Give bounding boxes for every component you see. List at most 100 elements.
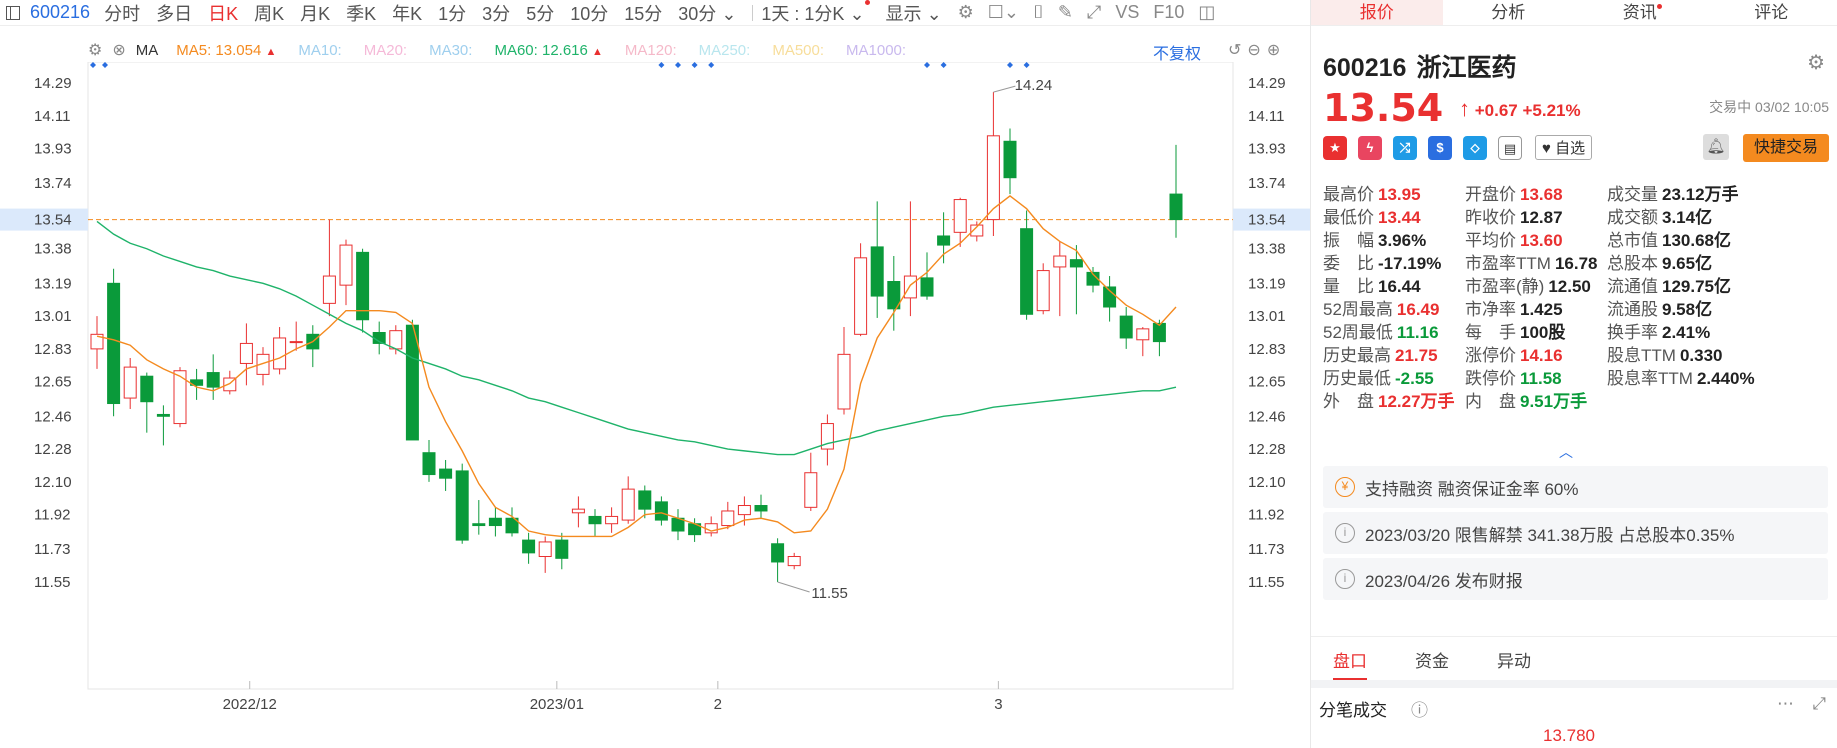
plot-frame <box>87 62 1234 690</box>
y-tick-label-right: 11.92 <box>1248 507 1284 524</box>
add-watchlist-button[interactable]: ♥ 自选 <box>1535 135 1593 160</box>
shuffle-icon[interactable]: ⤮ <box>1393 135 1417 160</box>
quote-value: 16.78 <box>1554 254 1598 273</box>
fuquan-toggle[interactable]: 不复权 <box>1153 40 1201 64</box>
quote-item: 历史最低 -2.55 <box>1323 364 1434 389</box>
stock-code-label: 600216 <box>30 2 91 22</box>
settings-gear-icon[interactable]: ⚙ <box>1807 50 1825 75</box>
tab-3min[interactable]: 3分 <box>482 0 510 26</box>
candle-body <box>1119 315 1133 339</box>
tab-5min[interactable]: 5分 <box>526 0 554 26</box>
quote-label: 昨收价 <box>1465 208 1516 227</box>
tab-yidong[interactable]: 异动 <box>1497 647 1531 680</box>
tab-monthly-k[interactable]: 月K <box>300 0 330 26</box>
china-flag-icon[interactable]: ★ <box>1323 135 1347 160</box>
candle-body <box>1169 193 1183 221</box>
y-tick-label-right: 12.46 <box>1248 408 1286 425</box>
low-leader <box>777 581 810 593</box>
more-icon[interactable]: ⋯ <box>1777 694 1794 714</box>
panel-toggle-icon[interactable] <box>6 5 20 20</box>
chevron-down-icon: ⌄ <box>926 3 942 24</box>
quote-value: 130.68亿 <box>1662 231 1731 250</box>
tab-quote[interactable]: 报价 <box>1311 0 1443 25</box>
quote-label: 流通股 <box>1607 300 1658 319</box>
candle-body <box>986 135 1000 221</box>
y-tick-label-left: 13.54 <box>34 212 72 229</box>
tab-weekly-k[interactable]: 周K <box>254 0 284 26</box>
quote-item: 市盈率TTM 16.78 <box>1465 249 1597 274</box>
display-menu[interactable]: 显示 ⌄ <box>886 0 942 26</box>
quote-item: 委 比 -17.19% <box>1323 249 1441 274</box>
lightning-icon[interactable]: ϟ <box>1358 135 1382 160</box>
vs-compare-button[interactable]: VS <box>1115 2 1139 23</box>
tab-1min[interactable]: 1分 <box>438 0 466 26</box>
y-tick-label-right: 11.55 <box>1248 574 1284 591</box>
tab-quarterly-k[interactable]: 季K <box>346 0 376 26</box>
event-marker <box>924 62 930 68</box>
info-icon: i <box>1335 569 1355 589</box>
f10-button[interactable]: F10 <box>1153 2 1184 23</box>
checkbox-icon[interactable]: ☐⌄ <box>988 2 1019 23</box>
notice-margin[interactable]: ¥ 支持融资 融资保证金率 60% <box>1323 466 1828 508</box>
expand-icon[interactable]: ⤢ <box>1812 694 1826 714</box>
tab-30min[interactable]: 30分 ⌄ <box>678 0 736 26</box>
info-icon: i <box>1335 523 1355 543</box>
candle-body <box>389 330 403 350</box>
quote-label: 开盘价 <box>1465 185 1516 204</box>
notice-report[interactable]: i 2023/04/26 发布财报 <box>1323 558 1828 600</box>
side-panel-icon[interactable]: ◫ <box>1198 2 1215 23</box>
tab-10min[interactable]: 10分 <box>570 0 608 26</box>
candle-body <box>239 342 253 364</box>
undo-icon[interactable]: ↺ <box>1228 42 1247 59</box>
kline-chart[interactable]: 14.29 14.29 14.11 14.11 13.93 13.93 13.74 13.74… <box>0 62 1310 748</box>
collapse-chevron-icon[interactable]: ︿ <box>1559 442 1573 462</box>
quote-label: 52周最高 <box>1323 300 1393 319</box>
quote-label: 市净率 <box>1465 300 1516 319</box>
close-icon[interactable]: ⊗ <box>112 40 125 60</box>
quote-label: 成交额 <box>1607 208 1658 227</box>
candle-body <box>522 539 536 554</box>
ma30-value: MA30: <box>429 41 473 59</box>
tab-zijin[interactable]: 资金 <box>1415 647 1449 680</box>
tag-icon[interactable]: ⬦ <box>1463 135 1487 160</box>
ma20-value: MA20: <box>363 41 408 59</box>
fullscreen-icon[interactable]: ⤢ <box>1087 2 1101 23</box>
bell-icon[interactable]: 🔔︎ <box>1703 134 1729 160</box>
y-tick-label-left: 13.74 <box>34 175 72 192</box>
quote-item: 市盈率(静) 12.50 <box>1465 272 1591 297</box>
tab-daily-k[interactable]: 日K <box>208 0 238 26</box>
candle-body <box>771 543 785 563</box>
deals-title: 分笔成交 <box>1319 701 1387 720</box>
divider <box>752 4 754 21</box>
tab-15min[interactable]: 15分 <box>624 0 662 26</box>
info-icon[interactable]: ⓘ <box>1411 696 1428 721</box>
up-arrow-icon: ▲ <box>265 45 277 58</box>
ma-legend-bar: ⚙ ⊗ MA MA5: 13.054 ▲ MA10: MA20: MA30: M… <box>88 40 1318 60</box>
tab-pankou[interactable]: 盘口 <box>1333 647 1367 680</box>
settings-gear-icon[interactable]: ⚙ <box>958 2 974 23</box>
tab-comments[interactable]: 评论 <box>1706 0 1837 25</box>
ma-label: MA <box>135 41 159 59</box>
y-tick-label-left: 12.10 <box>34 474 72 491</box>
tab-duori[interactable]: 多日 <box>156 0 192 26</box>
high-leader <box>993 85 1016 93</box>
zoom-out-icon[interactable]: ⊖ <box>1247 42 1266 59</box>
price-change: ↑ +0.67 +5.21% <box>1459 96 1581 121</box>
tab-yearly-k[interactable]: 年K <box>392 0 422 26</box>
quote-label: 股息率TTM <box>1607 369 1693 388</box>
tab-fenshi[interactable]: 分时 <box>104 0 140 26</box>
camera-icon[interactable]: ⌷ <box>1033 2 1044 23</box>
dollar-icon[interactable]: $ <box>1428 135 1452 160</box>
quick-trade-button[interactable]: 快捷交易 <box>1743 134 1829 162</box>
bookmark-icon[interactable]: ▤ <box>1498 135 1522 160</box>
draw-pencil-icon[interactable]: ✎ <box>1058 2 1073 23</box>
multi-period-select[interactable]: 1天 : 1分K ⌄ <box>761 0 870 26</box>
gear-icon[interactable]: ⚙ <box>88 40 102 60</box>
tab-news[interactable]: 资讯 <box>1574 0 1706 25</box>
notice-unlock[interactable]: i 2023/03/20 限售解禁 341.38万股 占总股本0.35% <box>1323 512 1828 554</box>
zoom-in-icon[interactable]: ⊕ <box>1267 42 1286 59</box>
ma500-value: MA500: <box>772 41 825 59</box>
tab-analysis[interactable]: 分析 <box>1443 0 1575 25</box>
event-marker <box>675 62 681 68</box>
candle-body <box>903 275 917 299</box>
